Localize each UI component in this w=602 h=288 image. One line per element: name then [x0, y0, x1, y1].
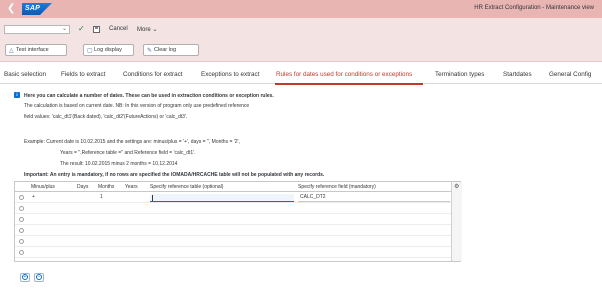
check-icon[interactable]: ✓: [78, 24, 85, 33]
chevron-down-icon[interactable]: ⌄: [62, 25, 67, 32]
window-title: HR Extract Configuration - Maintenance v…: [474, 5, 594, 11]
example-line2: Years = '',Reference table ='' and Refer…: [60, 150, 196, 156]
row-selector[interactable]: [19, 228, 24, 233]
table-row[interactable]: [15, 237, 462, 247]
tab-exceptions-to-extract[interactable]: Exceptions to extract: [201, 71, 259, 78]
column-header-minus-plus[interactable]: Minus/plus: [31, 184, 55, 190]
info-heading: Here you can calculate a number of dates…: [24, 93, 274, 99]
active-tab-indicator: [275, 83, 423, 85]
log-display-button[interactable]: ▢ Log display: [83, 44, 134, 56]
more-label: More: [137, 27, 151, 33]
column-header-reference-field[interactable]: Specify reference field (mandatory): [298, 184, 376, 190]
remove-row-icon: −: [36, 274, 42, 280]
text-cursor: [152, 195, 153, 201]
column-header-months[interactable]: Months: [98, 184, 114, 190]
example-line3: The result: 10.02.2015 minus 2 months = …: [60, 161, 178, 167]
column-header-reference-table[interactable]: Specify reference table (optional): [150, 184, 223, 190]
command-toolbar: [0, 18, 602, 40]
settings-icon[interactable]: ⚙: [454, 183, 459, 190]
remove-row-button[interactable]: −: [34, 273, 44, 282]
chevron-down-icon: ⌄: [152, 27, 158, 33]
clear-log-button[interactable]: ✎ Clear log: [143, 44, 199, 56]
row-selector[interactable]: [19, 239, 24, 244]
column-header-years[interactable]: Years: [125, 184, 138, 190]
back-icon[interactable]: ❮: [7, 3, 15, 14]
tab-conditions-for-extract[interactable]: Conditions for extract: [123, 71, 183, 78]
important-note: Important: An entry is mandatory, if no …: [24, 172, 325, 178]
tab-startdates[interactable]: Startdates: [503, 71, 532, 78]
reference-field-input[interactable]: CALC_DT2: [298, 194, 450, 202]
table-row[interactable]: [15, 215, 462, 225]
table-row[interactable]: [15, 226, 462, 236]
test-icon: △: [9, 48, 14, 54]
sap-logo: SAP: [22, 3, 52, 15]
table-row[interactable]: [15, 204, 462, 214]
title-bar: ❮ SAP HR Extract Configuration - Mainten…: [0, 0, 602, 18]
table-row[interactable]: + 1 CALC_DT2: [15, 193, 462, 203]
row-selector[interactable]: [19, 206, 24, 211]
command-field[interactable]: ⌄: [4, 25, 70, 34]
add-row-button[interactable]: +: [20, 273, 30, 282]
table-header: Minus/plus Days Months Years Specify ref…: [15, 182, 462, 192]
cancel-button[interactable]: Cancel: [109, 26, 128, 32]
table-row[interactable]: [15, 248, 462, 258]
save-icon[interactable]: [93, 26, 100, 33]
cell-minus-plus[interactable]: +: [32, 194, 35, 200]
tab-rules-for-dates[interactable]: Rules for dates used for conditions or e…: [276, 71, 412, 78]
test-interface-label: Test interface: [16, 47, 49, 53]
info-text-line2: The calculation is based on current date…: [24, 103, 250, 109]
reference-table-input[interactable]: [150, 194, 294, 202]
tab-basic-selection[interactable]: Basic selection: [4, 71, 46, 78]
table-scrollbar[interactable]: ⚙: [451, 182, 462, 261]
row-selector[interactable]: [19, 250, 24, 255]
tab-general-config[interactable]: General Config: [549, 71, 591, 78]
info-icon: i: [14, 92, 20, 98]
tab-fields-to-extract[interactable]: Fields to extract: [61, 71, 105, 78]
info-text-line3: field values: 'calc_dt1'(Back dated), 'c…: [24, 114, 188, 120]
test-interface-button[interactable]: △ Test interface: [5, 44, 67, 56]
log-display-label: Log display: [94, 47, 122, 53]
add-row-icon: +: [22, 274, 28, 280]
document-icon: ▢: [87, 48, 93, 54]
more-menu-button[interactable]: More ⌄: [137, 26, 157, 33]
row-selector[interactable]: [19, 217, 24, 222]
tab-termination-types[interactable]: Termination types: [435, 71, 484, 78]
clear-log-label: Clear log: [154, 47, 177, 53]
row-selector[interactable]: [19, 195, 24, 200]
date-rules-table: Minus/plus Days Months Years Specify ref…: [14, 181, 462, 262]
column-header-days[interactable]: Days: [77, 184, 88, 190]
eraser-icon: ✎: [147, 48, 153, 54]
cell-months[interactable]: 1: [100, 194, 103, 200]
example-line1: Example: Current date is 10.02.2015 and …: [24, 139, 240, 145]
